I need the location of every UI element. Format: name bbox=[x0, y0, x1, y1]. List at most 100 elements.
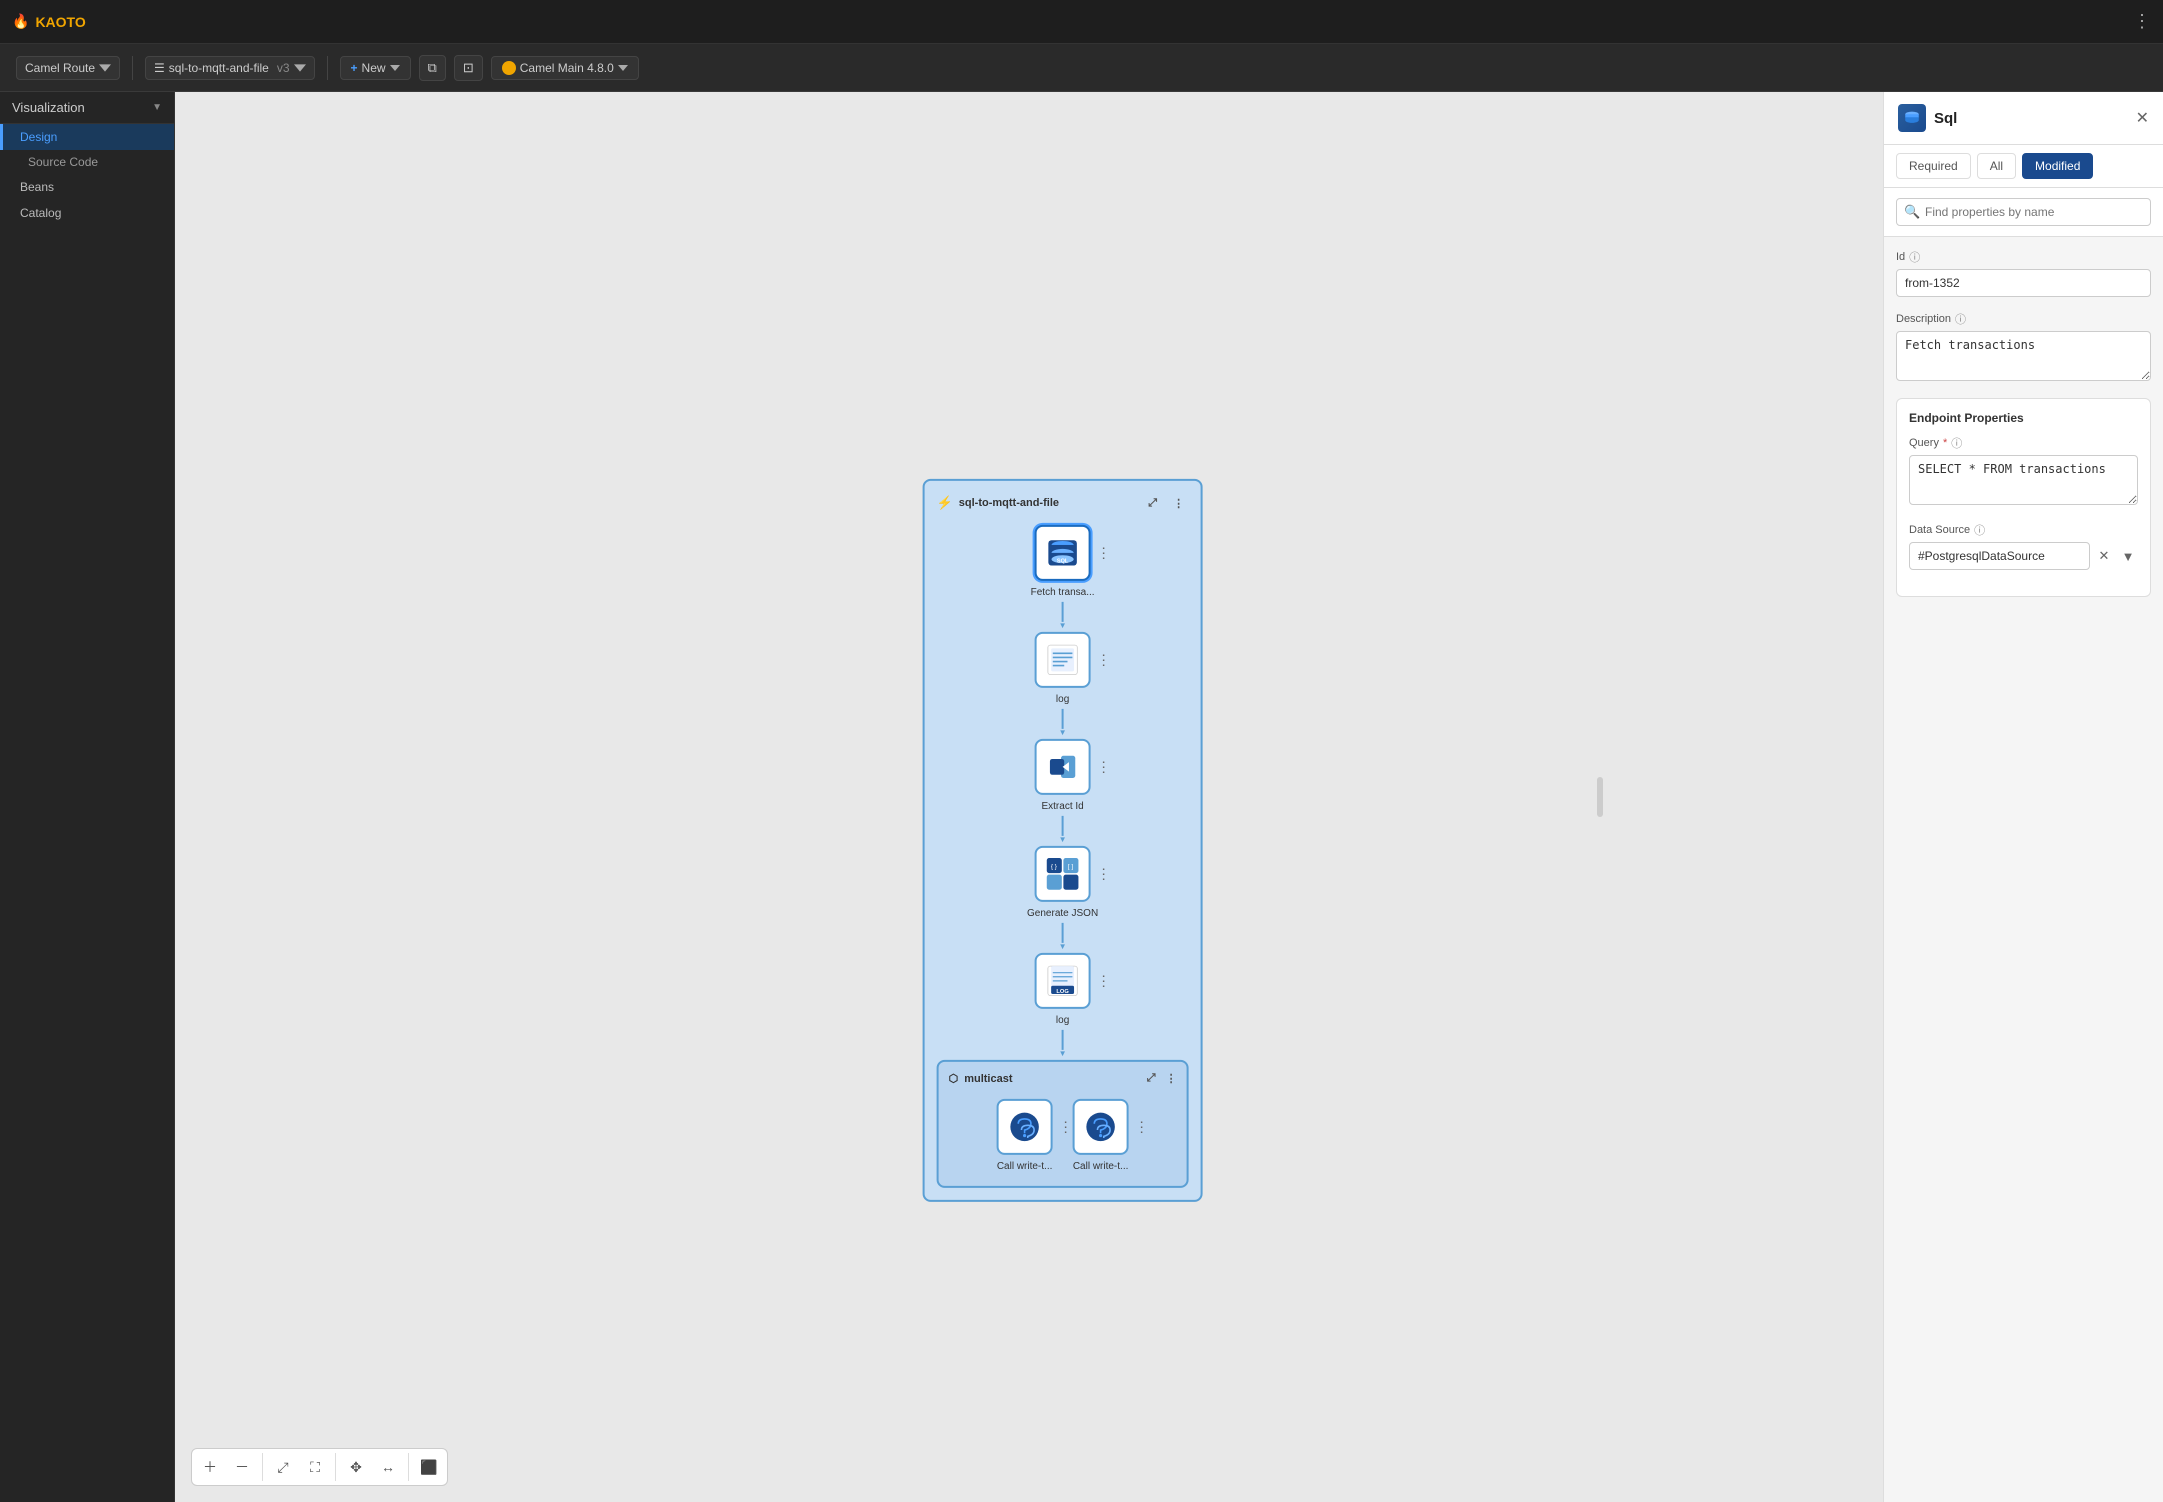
node-extract-id[interactable]: ⋮ Extract Id bbox=[937, 739, 1189, 812]
fit-view-button[interactable]: ⤢ bbox=[269, 1453, 297, 1481]
connector-3 bbox=[1062, 816, 1064, 836]
search-input[interactable] bbox=[1896, 198, 2151, 226]
description-textarea[interactable]: Fetch transactions bbox=[1896, 331, 2151, 381]
field-description: Description ⓘ Fetch transactions bbox=[1896, 311, 2151, 384]
node-menu-json[interactable]: ⋮ bbox=[1097, 865, 1111, 882]
extract-label: Extract Id bbox=[1041, 801, 1083, 812]
id-info-icon[interactable]: ⓘ bbox=[1909, 249, 1920, 265]
file-dropdown[interactable]: ☰ sql-to-mqtt-and-file v3 bbox=[145, 56, 314, 80]
node-fetch-transactions[interactable]: SQL ⋮ Fetch transa... bbox=[937, 525, 1189, 598]
camel-version-label: Camel Main 4.8.0 bbox=[520, 61, 614, 75]
svg-text:LOG: LOG bbox=[1056, 989, 1069, 995]
chevron-down-icon: ▼ bbox=[152, 102, 162, 113]
datasource-wrap: ✕ ▼ bbox=[1909, 542, 2138, 570]
topbar-menu-icon[interactable]: ⋮ bbox=[2133, 11, 2151, 32]
app-title: KAOTO bbox=[35, 14, 85, 30]
fetch-label: Fetch transa... bbox=[1031, 587, 1095, 598]
call2-label: Call write-t... bbox=[1073, 1161, 1129, 1172]
node-log-2[interactable]: LOG ⋮ log bbox=[937, 953, 1189, 1026]
log1-node-icon[interactable] bbox=[1035, 632, 1091, 688]
node-menu-call1[interactable]: ⋮ bbox=[1059, 1118, 1073, 1135]
datasource-label: Data Source bbox=[1909, 524, 1970, 536]
node-menu-extract[interactable]: ⋮ bbox=[1097, 758, 1111, 775]
new-label: New bbox=[362, 61, 386, 75]
node-log-1[interactable]: ⋮ log bbox=[937, 632, 1189, 705]
zoom-out-button[interactable]: － bbox=[228, 1453, 256, 1481]
sidebar-item-catalog[interactable]: Catalog bbox=[0, 200, 174, 226]
multicast-label: multicast bbox=[964, 1072, 1012, 1084]
split-view-button[interactable]: ⬛ bbox=[415, 1453, 443, 1481]
sql-icon bbox=[1898, 104, 1926, 132]
route-header: ⚡ sql-to-mqtt-and-file ⤢ ⋮ bbox=[937, 493, 1189, 513]
connector-2 bbox=[1062, 709, 1064, 729]
toolbar-sep-2 bbox=[327, 56, 328, 80]
multicast-expand-btn[interactable]: ⤢ bbox=[1147, 1072, 1156, 1085]
log1-label: log bbox=[1056, 694, 1069, 705]
camel-route-dropdown[interactable]: Camel Route bbox=[16, 56, 120, 80]
tab-required[interactable]: Required bbox=[1896, 153, 1971, 179]
flow-container: ⚡ sql-to-mqtt-and-file ⤢ ⋮ bbox=[923, 479, 1203, 1202]
field-id: Id ⓘ bbox=[1896, 249, 2151, 297]
topbar: 🔥 KAOTO ⋮ bbox=[0, 0, 2163, 44]
sidebar-visualization[interactable]: Visualization ▼ bbox=[0, 92, 174, 124]
datasource-input[interactable] bbox=[1909, 542, 2090, 570]
multicast-menu-btn[interactable]: ⋮ bbox=[1166, 1072, 1177, 1085]
design-label: Design bbox=[20, 130, 57, 144]
node-menu-log2[interactable]: ⋮ bbox=[1097, 972, 1111, 989]
ctrl-sep-2 bbox=[335, 1453, 336, 1481]
node-menu-call2[interactable]: ⋮ bbox=[1135, 1118, 1149, 1135]
id-label: Id bbox=[1896, 251, 1905, 263]
call2-node-icon[interactable] bbox=[1073, 1099, 1129, 1155]
multicast-nodes: ⋮ Call write-t... bbox=[949, 1095, 1177, 1176]
sidebar-item-design[interactable]: Design bbox=[0, 124, 174, 150]
description-info-icon[interactable]: ⓘ bbox=[1955, 311, 1966, 327]
close-button[interactable]: ✕ bbox=[2136, 108, 2149, 128]
camel-version-dropdown[interactable]: Camel Main 4.8.0 bbox=[491, 56, 639, 80]
zoom-in-button[interactable]: ＋ bbox=[196, 1453, 224, 1481]
pan-button[interactable]: ↔ bbox=[374, 1453, 402, 1481]
copy-button[interactable]: ⧉ bbox=[419, 55, 446, 81]
sql-node-icon[interactable]: SQL bbox=[1035, 525, 1091, 581]
svg-text:{ }: { } bbox=[1051, 863, 1057, 870]
endpoint-section: Endpoint Properties Query * ⓘ SELECT * F… bbox=[1896, 398, 2151, 597]
file-icon: ☰ bbox=[154, 61, 165, 75]
sidebar-item-source-code[interactable]: Source Code bbox=[0, 150, 174, 174]
expand-button[interactable]: ⛶ bbox=[301, 1453, 329, 1481]
route-menu-button[interactable]: ⋮ bbox=[1169, 493, 1189, 513]
search-icon: 🔍 bbox=[1904, 204, 1920, 220]
sidebar-item-beans[interactable]: Beans bbox=[0, 174, 174, 200]
move-button[interactable]: ✥ bbox=[342, 1453, 370, 1481]
id-input[interactable] bbox=[1896, 269, 2151, 297]
toolbar: Camel Route ☰ sql-to-mqtt-and-file v3 + … bbox=[0, 44, 2163, 92]
beans-label: Beans bbox=[20, 180, 54, 194]
canvas-controls: ＋ － ⤢ ⛶ ✥ ↔ ⬛ bbox=[191, 1448, 448, 1486]
call1-node-icon[interactable] bbox=[997, 1099, 1053, 1155]
json-node-icon[interactable]: { } [ ] bbox=[1035, 846, 1091, 902]
node-call-write-1[interactable]: ⋮ Call write-t... bbox=[997, 1099, 1053, 1172]
call1-label: Call write-t... bbox=[997, 1161, 1053, 1172]
route-expand-button[interactable]: ⤢ bbox=[1143, 493, 1163, 513]
toolbar-sep-1 bbox=[132, 56, 133, 80]
tab-all[interactable]: All bbox=[1977, 153, 2016, 179]
canvas-area[interactable]: ⚡ sql-to-mqtt-and-file ⤢ ⋮ bbox=[175, 92, 1883, 1502]
query-info-icon[interactable]: ⓘ bbox=[1951, 435, 1962, 451]
datasource-info-icon[interactable]: ⓘ bbox=[1974, 522, 1985, 538]
datasource-dropdown-button[interactable]: ▼ bbox=[2118, 546, 2138, 566]
undo-icon: ⊡ bbox=[463, 60, 474, 76]
panel-resize-handle[interactable] bbox=[1597, 777, 1603, 817]
extract-node-icon[interactable] bbox=[1035, 739, 1091, 795]
query-label: Query bbox=[1909, 437, 1939, 449]
undo-button[interactable]: ⊡ bbox=[454, 55, 483, 81]
query-textarea[interactable]: SELECT * FROM transactions bbox=[1909, 455, 2138, 505]
new-button[interactable]: + New bbox=[340, 56, 411, 80]
log2-node-icon[interactable]: LOG bbox=[1035, 953, 1091, 1009]
camel-dot-icon bbox=[502, 61, 516, 75]
node-menu-log1[interactable]: ⋮ bbox=[1097, 651, 1111, 668]
node-generate-json[interactable]: { } [ ] ⋮ Generate JSON bbox=[937, 846, 1189, 919]
tab-modified[interactable]: Modified bbox=[2022, 153, 2093, 179]
catalog-label: Catalog bbox=[20, 206, 61, 220]
datasource-clear-button[interactable]: ✕ bbox=[2094, 546, 2114, 566]
node-menu-fetch[interactable]: ⋮ bbox=[1097, 544, 1111, 561]
node-call-write-2[interactable]: ⋮ Call write-t... bbox=[1073, 1099, 1129, 1172]
version-label: v3 bbox=[277, 61, 290, 75]
